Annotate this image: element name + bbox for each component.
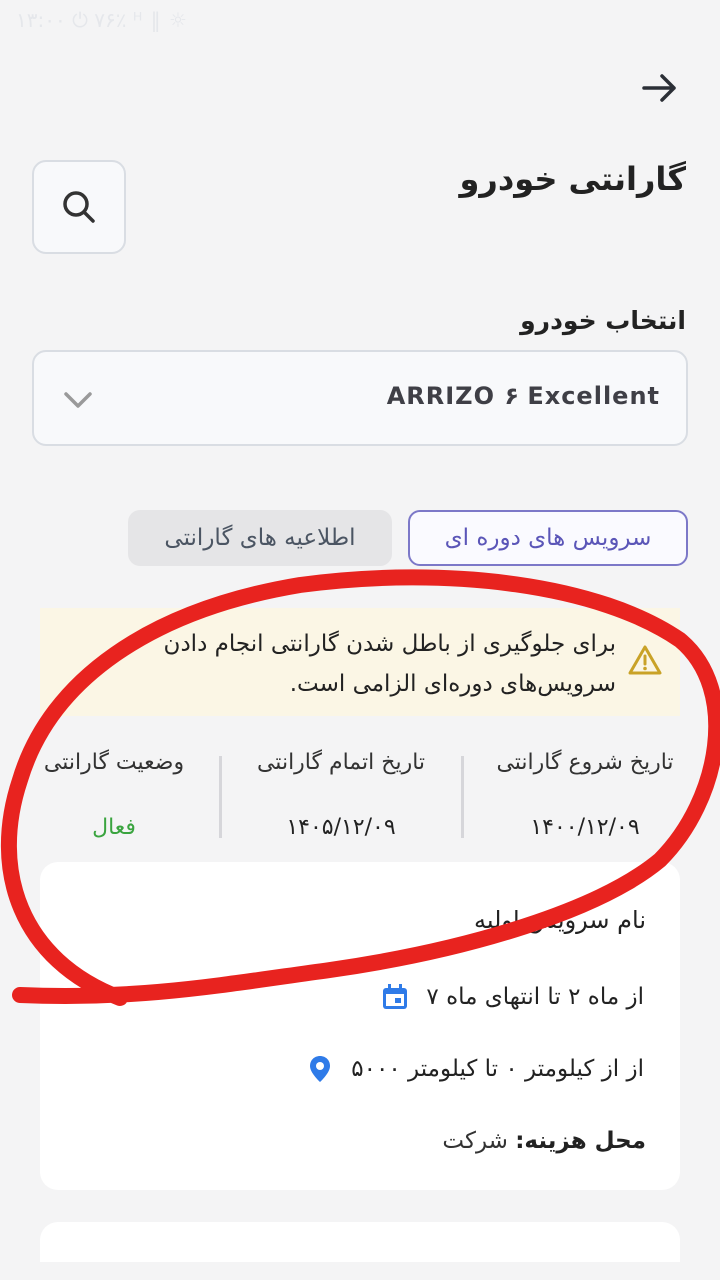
- vehicle-select[interactable]: ARRIZO ۶ Excellent: [32, 350, 688, 446]
- warranty-notice: برای جلوگیری از باطل شدن گارانتی انجام د…: [40, 608, 680, 716]
- warning-icon: [628, 645, 662, 675]
- warranty-end-label: تاریخ اتمام گارانتی: [256, 750, 426, 775]
- page-title: گارانتی خودرو: [459, 160, 686, 198]
- service-period-text: از ماه ۲ تا انتهای ماه ۷: [426, 984, 644, 1010]
- service-distance-row: از از کیلومتر ۰ تا کیلومتر ۵۰۰۰: [305, 1054, 644, 1084]
- cost-value: شرکت: [442, 1128, 508, 1154]
- service-title: نام سرویس اولیه: [473, 906, 646, 934]
- tab-warranty-notices[interactable]: اطلاعیه های گارانتی: [128, 510, 392, 566]
- search-button[interactable]: [32, 160, 126, 254]
- calendar-icon: [383, 984, 408, 1009]
- service-distance-text: از از کیلومتر ۰ تا کیلومتر ۵۰۰۰: [351, 1056, 644, 1082]
- warranty-end-value: ۱۴۰۵/۱۲/۰۹: [286, 815, 396, 840]
- warranty-status: وضعیت گارانتی فعال: [34, 750, 194, 840]
- back-button[interactable]: [636, 64, 684, 112]
- next-service-card: [40, 1222, 680, 1262]
- warranty-start-label: تاریخ شروع گارانتی: [496, 750, 674, 775]
- arrow-right-icon: [642, 74, 676, 102]
- service-period-row: از ماه ۲ تا انتهای ماه ۷: [380, 982, 644, 1012]
- service-cost-row: محل هزینه: شرکت: [442, 1128, 646, 1154]
- service-card: نام سرویس اولیه از ماه ۲ تا انتهای ماه ۷…: [40, 862, 680, 1190]
- warranty-start: تاریخ شروع گارانتی ۱۴۰۰/۱۲/۰۹: [490, 750, 680, 840]
- chevron-down-icon: [64, 392, 92, 408]
- notice-text: برای جلوگیری از باطل شدن گارانتی انجام د…: [163, 631, 616, 697]
- tab-periodic-services[interactable]: سرویس های دوره ای: [408, 510, 688, 566]
- warranty-start-value: ۱۴۰۰/۱۲/۰۹: [530, 815, 640, 840]
- search-icon: [63, 191, 95, 223]
- divider: [461, 756, 464, 838]
- vehicle-select-label: انتخاب خودرو: [520, 306, 686, 335]
- warranty-status-label: وضعیت گارانتی: [43, 750, 185, 775]
- divider: [219, 756, 222, 838]
- warranty-end: تاریخ اتمام گارانتی ۱۴۰۵/۱۲/۰۹: [246, 750, 436, 840]
- status-bar: ۱۳:۰۰ ⏻ ۷۶٪ ᴴ ‖ ☼: [16, 8, 188, 32]
- cost-label: محل هزینه:: [515, 1128, 646, 1154]
- location-pin-icon: [310, 1056, 331, 1082]
- vehicle-select-value: ARRIZO ۶ Excellent: [386, 382, 660, 410]
- status-badge: فعال: [92, 815, 136, 840]
